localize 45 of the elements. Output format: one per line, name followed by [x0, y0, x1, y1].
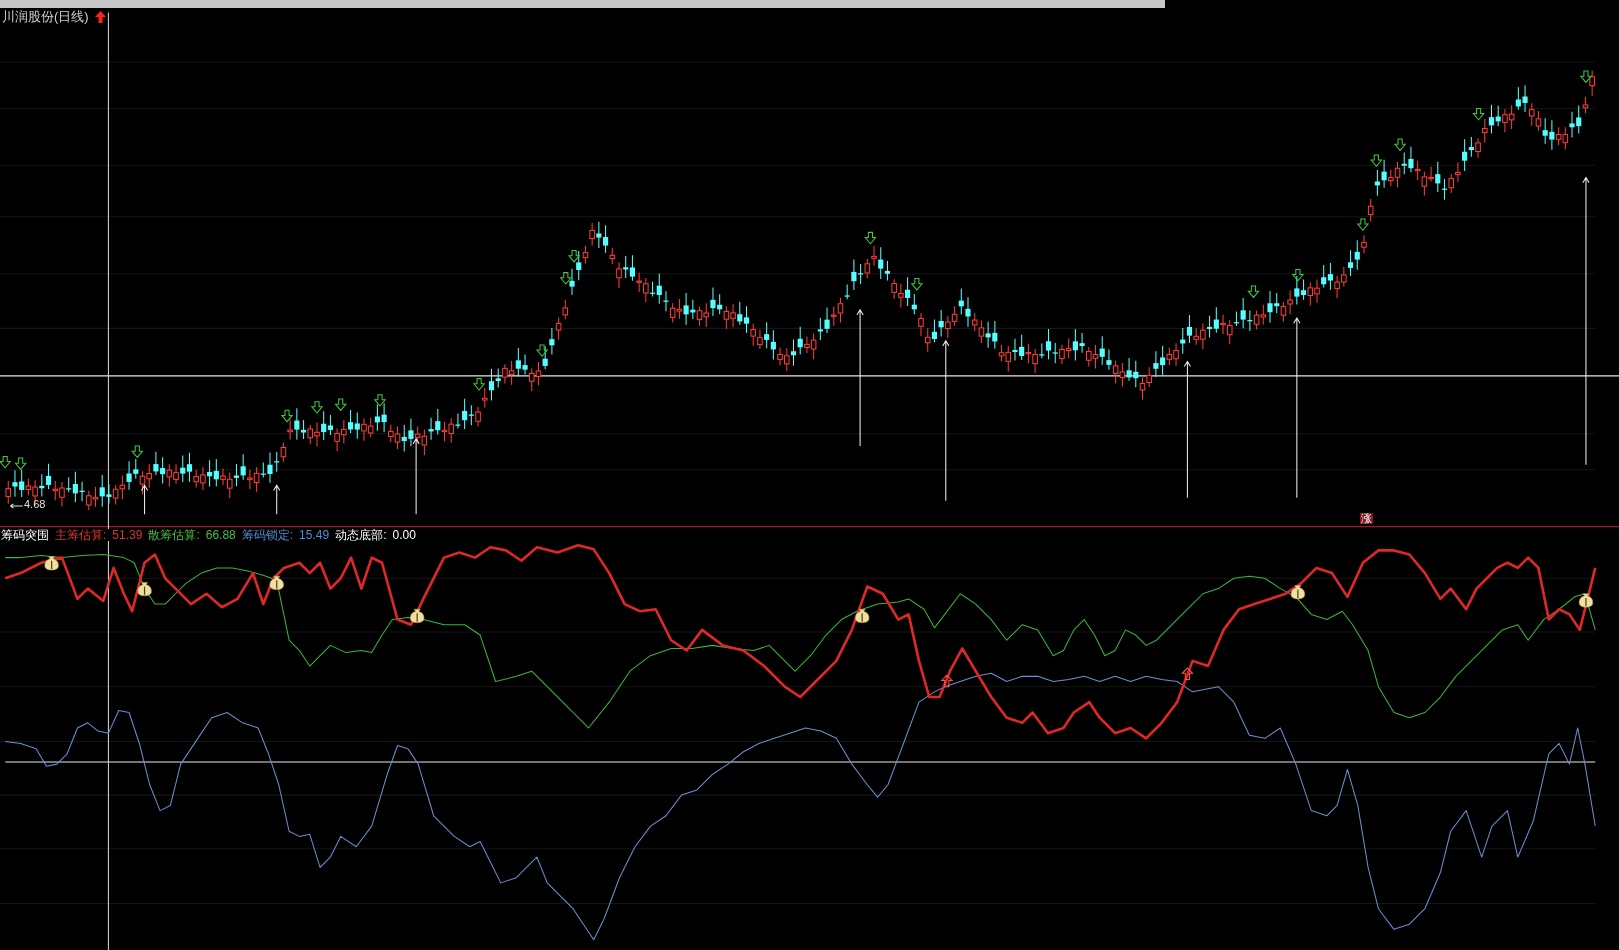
chart-title: 川润股份(日线): [2, 10, 89, 23]
down-arrow-icon: [131, 445, 144, 459]
down-arrow-icon: [1472, 107, 1485, 121]
down-arrow-icon: [559, 272, 573, 285]
reading-value: 15.49: [299, 529, 330, 541]
reading-label: 主筹估算:: [55, 529, 107, 541]
reading-value: 0.00: [392, 529, 416, 541]
up-arrow-line: [273, 484, 281, 515]
up-arrow-icon: [1181, 667, 1194, 680]
down-arrow-icon: [0, 455, 12, 469]
reading-label: 散筹估算:: [148, 529, 200, 541]
reading-label: 动态底部:: [335, 529, 387, 541]
up-arrow-icon: [940, 674, 954, 688]
money-bag-icon: [1578, 593, 1594, 608]
money-bag-icon: [1290, 585, 1306, 600]
price-low-label: 4.68: [24, 499, 46, 510]
down-arrow-icon: [1393, 138, 1407, 152]
down-arrow-icon: [373, 394, 387, 407]
reading-value: 66.88: [205, 529, 236, 541]
down-arrow-icon: [567, 250, 581, 263]
low-price-pointer: [9, 503, 24, 509]
down-arrow-icon: [910, 278, 924, 291]
rise-marker: 涨: [1360, 513, 1373, 524]
money-bag-icon: [410, 608, 425, 623]
money-bag-icon: [44, 556, 59, 571]
down-arrow-icon: [1370, 154, 1383, 168]
down-arrow-icon: [1291, 268, 1305, 282]
money-bag-icon: [855, 608, 870, 623]
down-arrow-icon: [472, 378, 486, 391]
down-arrow-icon: [535, 344, 549, 358]
reading-value: 51.39: [112, 529, 143, 541]
up-arrow-icon: [94, 10, 106, 23]
money-bag-icon: [137, 582, 152, 597]
money-bag-icon: [269, 575, 284, 590]
indicator-name: 筹码突围: [1, 529, 49, 541]
down-arrow-icon: [280, 409, 294, 423]
down-arrow-icon: [1579, 70, 1593, 84]
down-arrow-icon: [334, 398, 347, 412]
down-arrow-icon: [1356, 218, 1370, 232]
down-arrow-icon: [1247, 285, 1260, 299]
up-arrow-line: [140, 484, 149, 515]
down-arrow-icon: [864, 231, 877, 245]
down-arrow-icon: [310, 401, 324, 414]
down-arrow-icon: [14, 457, 27, 471]
reading-label: 筹码锁定:: [241, 529, 294, 541]
